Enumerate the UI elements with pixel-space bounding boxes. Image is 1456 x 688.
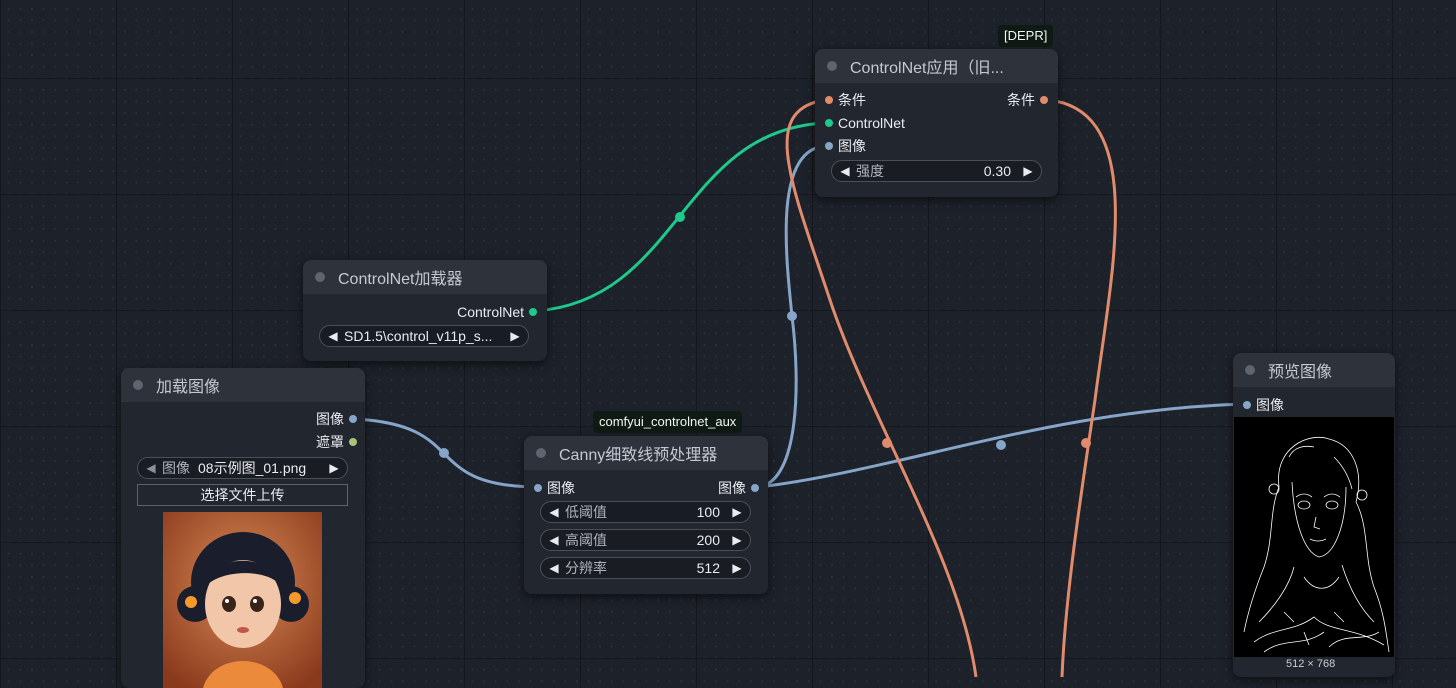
slot-label: 图像 (547, 480, 575, 496)
decrement-arrow-icon[interactable]: ◀ (326, 329, 340, 343)
input-image[interactable]: 图像 (1243, 396, 1284, 414)
load-image-node[interactable]: 加载图像 图像 遮罩 ◀ 图像 08示例图_01.png ▶ 选择文件上传 (121, 368, 365, 688)
widget-value: 200 (696, 532, 720, 548)
node-header[interactable]: 加载图像 (121, 368, 365, 402)
slot-dot-icon[interactable] (1243, 401, 1251, 409)
image-select-widget[interactable]: ◀ 图像 08示例图_01.png ▶ (137, 457, 348, 479)
wire-midpoint (1081, 438, 1091, 448)
increment-arrow-icon[interactable]: ▶ (1021, 164, 1035, 178)
wire-midpoint (882, 438, 892, 448)
slot-label: ControlNet (457, 304, 524, 320)
output-image[interactable]: 图像 (718, 479, 759, 497)
increment-arrow-icon[interactable]: ▶ (730, 533, 744, 547)
slot-dot-icon[interactable] (349, 415, 357, 423)
image-size-label: 512 × 768 (1286, 658, 1336, 670)
increment-arrow-icon[interactable]: ▶ (730, 505, 744, 519)
widget-label: 高阈值 (565, 532, 607, 548)
slot-label: ControlNet (838, 115, 905, 131)
input-controlnet[interactable]: ControlNet (825, 114, 905, 132)
input-image[interactable]: 图像 (825, 137, 866, 155)
slot-label: 条件 (838, 92, 866, 108)
widget-value: 512 (696, 560, 720, 576)
input-conditioning[interactable]: 条件 (825, 91, 866, 109)
slot-label: 图像 (718, 480, 746, 496)
widget-label: 低阈值 (565, 504, 607, 520)
high-threshold-widget[interactable]: ◀ 高阈值 200 ▶ (540, 529, 751, 551)
decrement-arrow-icon[interactable]: ◀ (547, 561, 561, 575)
controlnet-loader-node[interactable]: ControlNet加载器 ControlNet ◀ SD1.5\control… (303, 260, 547, 361)
canny-preprocessor-node[interactable]: Canny细致线预处理器 图像 图像 ◀ 低阈值 100 ▶ ◀ 高阈值 200… (524, 436, 768, 594)
node-title: ControlNet加载器 (338, 271, 463, 288)
increment-arrow-icon[interactable]: ▶ (730, 561, 744, 575)
slot-dot-icon[interactable] (751, 484, 759, 492)
node-title: Canny细致线预处理器 (559, 447, 718, 464)
node-header[interactable]: Canny细致线预处理器 (524, 436, 768, 470)
decrement-arrow-icon[interactable]: ◀ (547, 533, 561, 547)
low-threshold-widget[interactable]: ◀ 低阈值 100 ▶ (540, 501, 751, 523)
slot-dot-icon[interactable] (825, 142, 833, 150)
wire-midpoint (675, 212, 685, 222)
collapse-dot-icon[interactable] (827, 61, 837, 71)
wire-image-loader-to-canny (354, 417, 536, 489)
wire-midpoint (996, 440, 1006, 450)
widget-value: 0.30 (983, 163, 1011, 179)
upload-file-button[interactable]: 选择文件上传 (137, 484, 348, 506)
wire-midpoint (787, 311, 797, 321)
wire-image-canny-to-apply (758, 144, 826, 489)
slot-dot-icon[interactable] (349, 438, 357, 446)
widget-label: 分辨率 (565, 560, 607, 576)
decrement-arrow-icon[interactable]: ◀ (144, 461, 158, 475)
collapse-dot-icon[interactable] (1245, 365, 1255, 375)
wire-controlnet (535, 121, 826, 313)
node-title: 加载图像 (156, 379, 221, 396)
slot-dot-icon[interactable] (534, 484, 542, 492)
canny-edge-preview-image (1234, 417, 1394, 657)
resolution-widget[interactable]: ◀ 分辨率 512 ▶ (540, 557, 751, 579)
input-image[interactable]: 图像 (534, 479, 575, 497)
slot-label: 条件 (1007, 92, 1035, 108)
node-header[interactable]: 预览图像 (1233, 353, 1395, 387)
preview-image-node[interactable]: 预览图像 图像 512 × 768 (1233, 353, 1395, 677)
deprecated-badge: [DEPR] (998, 25, 1054, 47)
output-image[interactable]: 图像 (316, 410, 357, 428)
increment-arrow-icon[interactable]: ▶ (508, 329, 522, 343)
wire-midpoint (439, 448, 449, 458)
widget-label: 强度 (856, 163, 884, 179)
collapse-dot-icon[interactable] (315, 272, 325, 282)
slot-dot-icon[interactable] (529, 308, 537, 316)
node-header[interactable]: ControlNet应用（旧... (815, 49, 1058, 83)
collapse-dot-icon[interactable] (536, 448, 546, 458)
node-header[interactable]: ControlNet加载器 (303, 260, 547, 294)
wire-conditioning-out (1047, 98, 1117, 677)
slot-dot-icon[interactable] (1040, 96, 1048, 104)
output-controlnet[interactable]: ControlNet (457, 303, 537, 321)
increment-arrow-icon[interactable]: ▶ (327, 461, 341, 475)
slot-label: 图像 (316, 411, 344, 427)
node-title: 预览图像 (1268, 364, 1333, 381)
node-title: ControlNet应用（旧... (850, 60, 1004, 77)
widget-value: 08示例图_01.png (198, 460, 307, 476)
slot-label: 遮罩 (316, 434, 344, 450)
output-conditioning[interactable]: 条件 (1007, 91, 1048, 109)
decrement-arrow-icon[interactable]: ◀ (838, 164, 852, 178)
widget-value: 100 (696, 504, 720, 520)
collapse-dot-icon[interactable] (133, 380, 143, 390)
slot-dot-icon[interactable] (825, 119, 833, 127)
slot-label: 图像 (838, 138, 866, 154)
decrement-arrow-icon[interactable]: ◀ (547, 505, 561, 519)
output-mask[interactable]: 遮罩 (316, 433, 357, 451)
loaded-image-thumbnail (163, 512, 322, 688)
wire-image-canny-to-preview (758, 402, 1245, 489)
controlnet-apply-node[interactable]: ControlNet应用（旧... 条件 ControlNet 图像 条件 ◀ … (815, 49, 1058, 197)
widget-value: SD1.5\control_v11p_s... (344, 328, 493, 344)
slot-label: 图像 (1256, 397, 1284, 413)
package-badge: comfyui_controlnet_aux (593, 411, 743, 433)
widget-label: 图像 (162, 460, 190, 476)
model-select-widget[interactable]: ◀ SD1.5\control_v11p_s... ▶ (319, 325, 529, 347)
slot-dot-icon[interactable] (825, 96, 833, 104)
strength-widget[interactable]: ◀ 强度 0.30 ▶ (831, 160, 1042, 182)
